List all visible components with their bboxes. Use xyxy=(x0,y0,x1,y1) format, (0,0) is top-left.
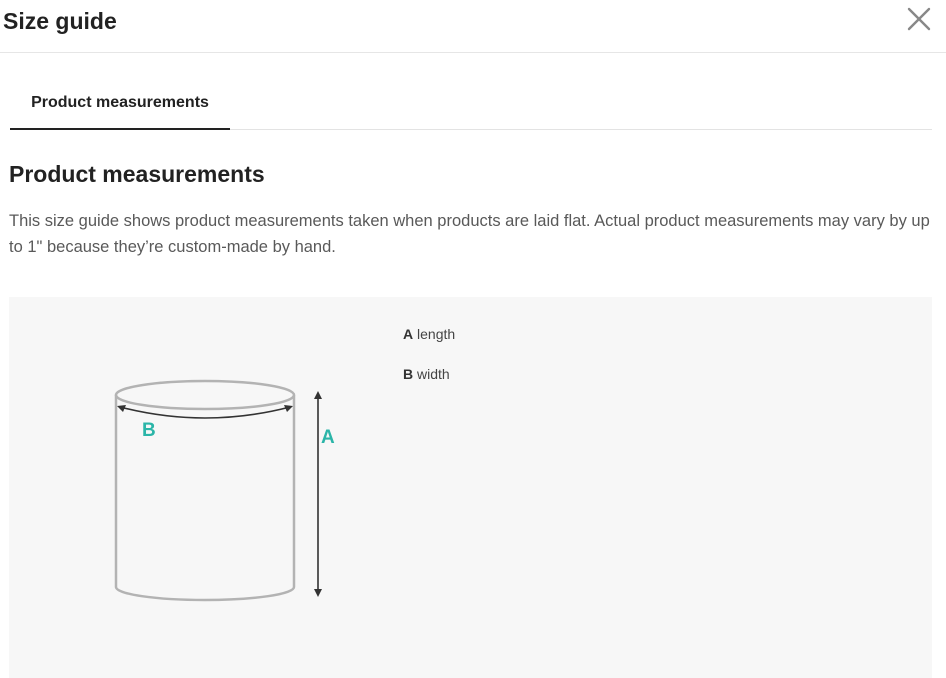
size-guide-description: This size guide shows product measuremen… xyxy=(9,212,930,256)
legend-item-length: A length xyxy=(403,325,455,365)
modal-title: Size guide xyxy=(3,8,117,34)
length-arrowhead-top xyxy=(314,391,322,399)
tab-bar: Product measurements xyxy=(10,78,932,130)
legend-label: length xyxy=(417,326,456,342)
measurement-legend: A length B width xyxy=(403,325,455,405)
close-button[interactable] xyxy=(906,6,932,32)
legend-label: width xyxy=(417,366,450,382)
legend-key: B xyxy=(403,366,414,382)
diagram-label-a: A xyxy=(321,427,335,448)
tab-product-measurements[interactable]: Product measurements xyxy=(10,78,230,130)
measurement-panel: B A A length B width xyxy=(9,297,932,678)
legend-item-width: B width xyxy=(403,365,455,405)
length-arrowhead-bottom xyxy=(314,589,322,597)
legend-key: A xyxy=(403,326,414,342)
size-guide-modal: Size guide Product measurements Product … xyxy=(0,0,946,678)
cylinder-measurement-diagram: B A xyxy=(114,379,335,602)
close-icon xyxy=(907,7,931,31)
modal-header: Size guide xyxy=(0,0,946,53)
cylinder-top xyxy=(114,379,296,411)
section-heading: Product measurements xyxy=(9,161,265,187)
diagram-label-b: B xyxy=(142,420,156,441)
